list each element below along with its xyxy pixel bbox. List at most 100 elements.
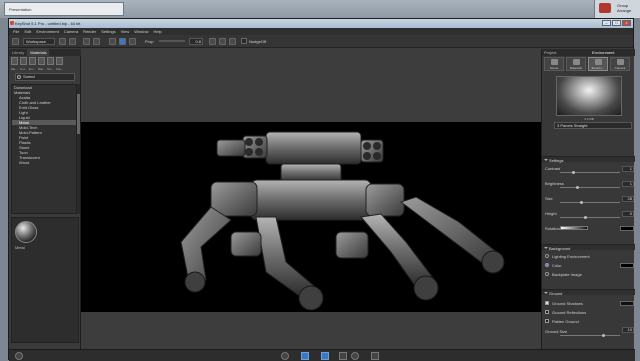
cloud-icon[interactable]: [15, 352, 23, 360]
redo-icon[interactable]: [93, 38, 100, 45]
crosshair-icon[interactable]: [219, 38, 226, 45]
import-icon[interactable]: [12, 38, 19, 45]
flatten-ground-checkbox[interactable]: [545, 319, 549, 323]
render-icon[interactable]: [371, 352, 379, 360]
menu-window[interactable]: Window: [134, 29, 148, 34]
setting-slider[interactable]: [560, 187, 620, 188]
setting-value[interactable]: 0: [622, 211, 634, 217]
tab-materials[interactable]: Materials: [566, 57, 586, 71]
setting-slider[interactable]: [560, 202, 620, 203]
menu-environment[interactable]: Environment: [36, 29, 58, 34]
settings-section[interactable]: Settings: [542, 156, 635, 163]
tab-environment[interactable]: Environ...: [588, 57, 608, 71]
ground-size-knob[interactable]: [602, 334, 605, 337]
setting-slider-knob[interactable]: [576, 186, 579, 189]
window-controls: – □ ×: [602, 20, 631, 26]
background-color-swatch[interactable]: [620, 263, 634, 268]
menu-help[interactable]: Help: [153, 29, 161, 34]
tab-label: Environ...: [591, 66, 605, 70]
realtime-viewport[interactable]: [81, 49, 541, 349]
background-backplate-radio[interactable]: [545, 272, 549, 276]
host-document-tab[interactable]: Presentation: [4, 2, 124, 16]
setting-label: Size: [545, 196, 553, 201]
scrollbar-thumb[interactable]: [77, 94, 80, 134]
project-icon[interactable]: [321, 352, 329, 360]
render-icon[interactable]: [109, 38, 116, 45]
environments-icon[interactable]: [29, 57, 36, 65]
setting-slider[interactable]: [560, 217, 620, 218]
colors-icon[interactable]: [20, 57, 27, 65]
thumbnail-label: Metal: [15, 245, 25, 250]
camera-icon: [617, 59, 624, 65]
backplates-icon[interactable]: [38, 57, 45, 65]
move-icon[interactable]: [229, 38, 236, 45]
setting-value[interactable]: 1: [622, 166, 634, 172]
nudge-checkbox[interactable]: [241, 38, 247, 44]
animation-icon[interactable]: [339, 352, 347, 360]
import-icon[interactable]: [281, 352, 289, 360]
tree-item[interactable]: Wood: [12, 160, 76, 165]
robot-model[interactable]: [81, 122, 541, 312]
realtime-icon[interactable]: [119, 38, 126, 45]
tab-scene[interactable]: Scene: [544, 57, 564, 71]
library-icon[interactable]: [301, 352, 309, 360]
ground-size-value[interactable]: 10: [622, 327, 634, 333]
tree-scrollbar[interactable]: [77, 84, 80, 214]
environment-preview[interactable]: [556, 76, 622, 116]
folder-icon[interactable]: [59, 38, 66, 45]
prop-slider[interactable]: [159, 40, 185, 42]
materials-icon: [573, 59, 580, 65]
menu-edit[interactable]: Edit: [24, 29, 31, 34]
screenshot-icon[interactable]: [351, 352, 359, 360]
rotation-swatch[interactable]: [620, 226, 634, 231]
ground-section[interactable]: Ground: [542, 289, 635, 296]
material-thumbnail-metal[interactable]: [15, 221, 37, 243]
environment-select[interactable]: 3 Panels Straight: [554, 122, 632, 129]
menu-view[interactable]: View: [121, 29, 130, 34]
ground-option-label: Ground Shadows: [552, 301, 583, 306]
camera-icon[interactable]: [129, 38, 136, 45]
tab-materials[interactable]: Materials: [27, 49, 50, 56]
setting-slider-knob[interactable]: [584, 216, 587, 219]
maximize-button[interactable]: □: [612, 20, 621, 26]
save-icon[interactable]: [69, 38, 76, 45]
setting-value[interactable]: 1: [622, 181, 634, 187]
prop-value[interactable]: 0.8: [189, 38, 203, 45]
host-widget[interactable]: Group Arrange: [594, 0, 640, 18]
menu-camera[interactable]: Camera: [64, 29, 78, 34]
ground-reflections-checkbox[interactable]: [545, 310, 549, 314]
undo-icon[interactable]: [83, 38, 90, 45]
rotation-gradient[interactable]: [560, 226, 588, 230]
ground-size-slider[interactable]: [560, 335, 620, 336]
ground-shadow-color[interactable]: [620, 301, 634, 306]
minimize-button[interactable]: –: [602, 20, 611, 26]
menu-file[interactable]: File: [13, 29, 19, 34]
project-panel: Project Environment Scene Materials Envi…: [541, 49, 635, 349]
workspace-select[interactable]: Workspace: [23, 38, 55, 45]
category-label: Col...: [20, 67, 27, 71]
background-option-label: Color: [552, 263, 562, 268]
menu-settings[interactable]: Settings: [101, 29, 115, 34]
materials-icon[interactable]: [11, 57, 18, 65]
textures-icon[interactable]: [47, 57, 54, 65]
background-lighting-radio[interactable]: [545, 254, 549, 258]
app-icon: [10, 21, 14, 25]
setting-value[interactable]: 28: [622, 196, 634, 202]
ground-shadows-checkbox[interactable]: [545, 301, 549, 305]
library-search-input[interactable]: Sorted: [15, 73, 75, 81]
render-view[interactable]: [81, 122, 541, 312]
close-button[interactable]: ×: [622, 20, 631, 26]
tab-camera[interactable]: Camera: [610, 57, 630, 71]
nudge-label: NudgeOff: [249, 39, 267, 44]
setting-label: Contrast: [545, 166, 561, 171]
search-value: Sorted: [23, 74, 35, 79]
setting-slider-knob[interactable]: [572, 171, 575, 174]
favorites-icon[interactable]: [56, 57, 63, 65]
background-section[interactable]: Background: [542, 244, 635, 251]
background-color-radio[interactable]: [545, 263, 549, 267]
pause-icon[interactable]: [209, 38, 216, 45]
setting-slider[interactable]: [560, 172, 620, 173]
menu-render[interactable]: Render: [83, 29, 96, 34]
setting-slider-knob[interactable]: [580, 201, 583, 204]
tab-library[interactable]: Library: [9, 49, 27, 56]
